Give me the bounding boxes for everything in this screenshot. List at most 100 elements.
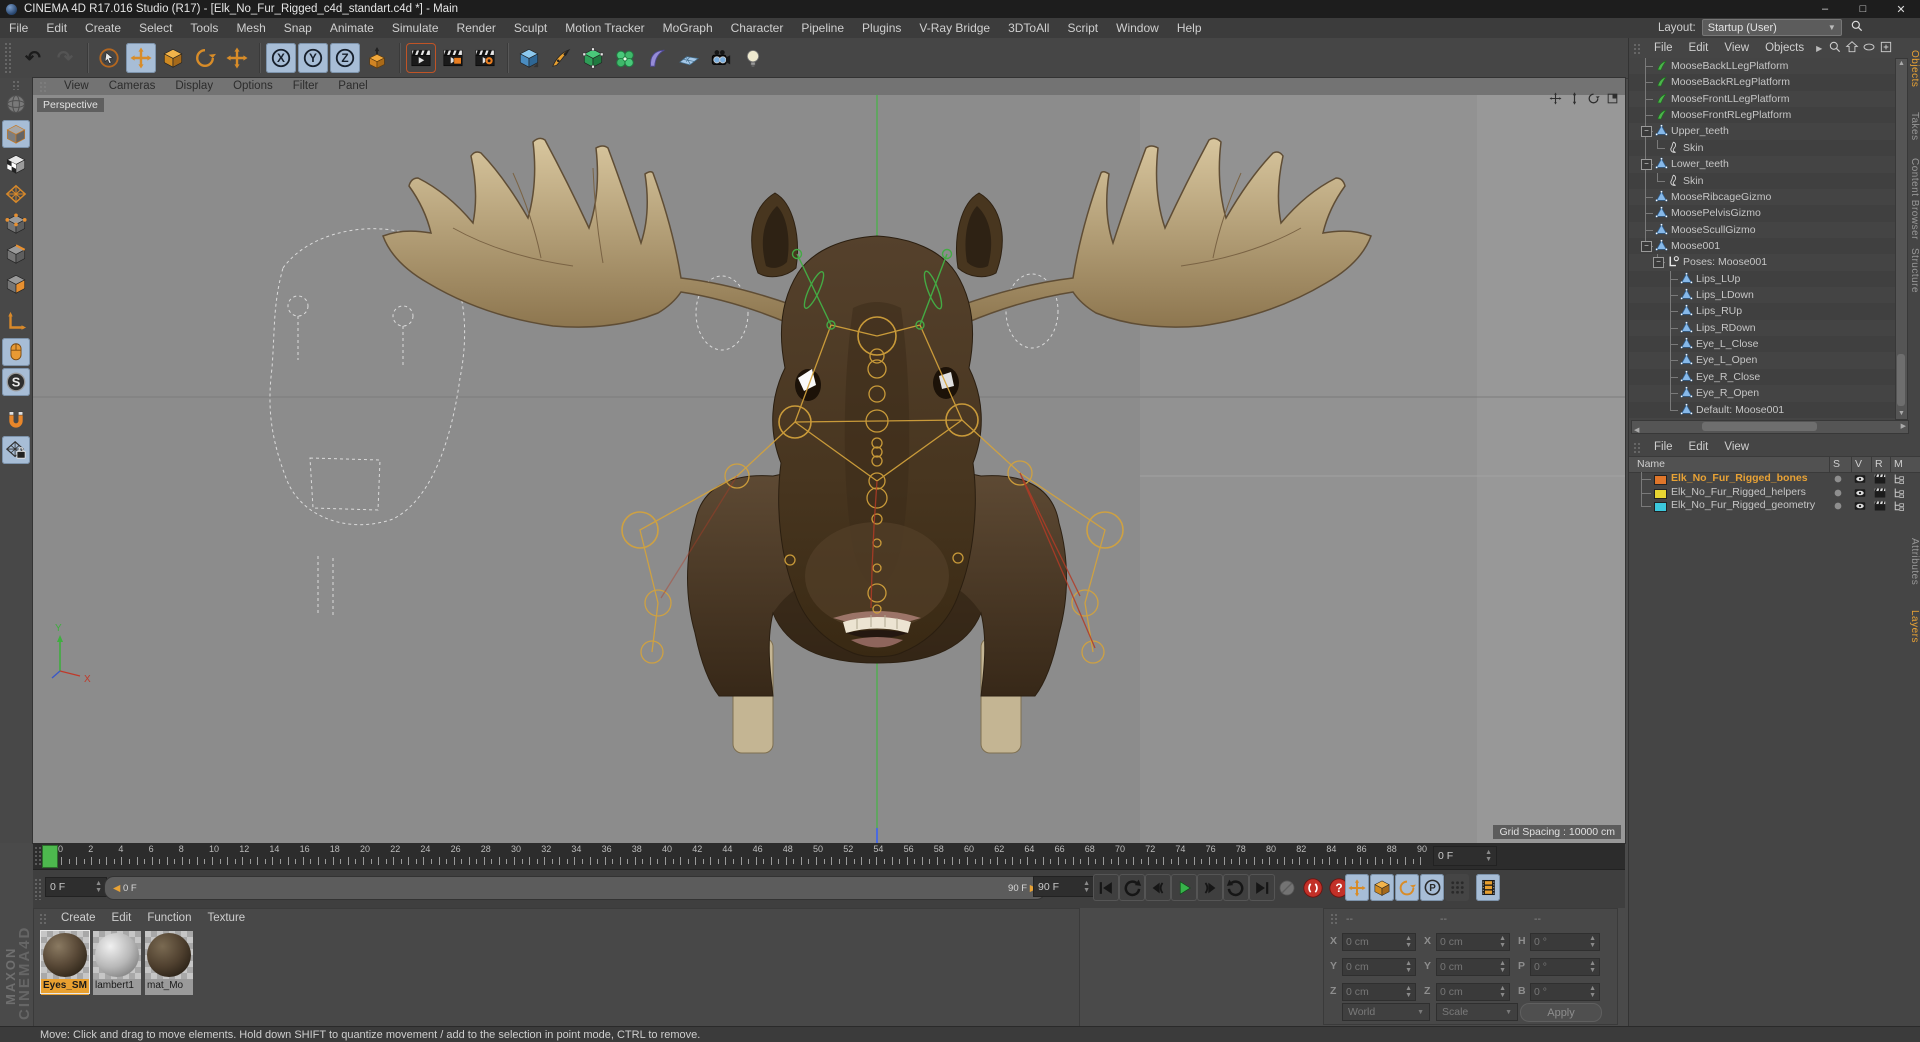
previous-frame-button[interactable]	[1145, 874, 1171, 901]
material-eyes-sm[interactable]: Eyes_SM	[40, 930, 90, 995]
play-backwards-button[interactable]	[1119, 874, 1145, 901]
timeline-ruler[interactable]: 0 2 4 6 8 10 12 14 16 18 20 22 24 26 28 30 32 34 36 38 40 42 4…	[33, 843, 1625, 870]
coordinate-value-field[interactable]: 0 cm ▲ ▼	[1342, 958, 1416, 976]
object-tree-hscrollbar[interactable]: ◀ ▶	[1631, 420, 1909, 434]
key-position-toggle[interactable]	[1345, 874, 1369, 901]
viewport[interactable]: Y X View Cameras Display Options Filter Panel…	[32, 77, 1626, 844]
coordinate-value-field[interactable]: 0 cm ▲ ▼	[1436, 983, 1510, 1001]
key-parameter-toggle[interactable]: P	[1420, 874, 1444, 901]
layer-manager-drag-handle[interactable]	[1633, 441, 1642, 454]
coordinate-value-field[interactable]: 0 cm ▲ ▼	[1436, 933, 1510, 951]
tree-item-lips-rup[interactable]: Lips_RUp	[1629, 303, 1895, 320]
menu-animate[interactable]: Animate	[321, 18, 383, 38]
last-used-tool-button[interactable]	[222, 43, 252, 73]
apply-button[interactable]: Apply	[1520, 1003, 1602, 1022]
goto-start-button[interactable]	[1093, 874, 1119, 901]
tab-structure[interactable]: Structure	[1907, 248, 1920, 293]
tree-item-moosebackrlegplatform[interactable]: MooseBackRLegPlatform	[1629, 74, 1895, 91]
tree-item-moose001[interactable]: − Moose001	[1629, 237, 1895, 254]
material-menu-edit[interactable]: Edit	[104, 910, 140, 927]
object-manager-menu-objects[interactable]: Objects	[1757, 40, 1812, 57]
lock-y-axis-button[interactable]: Y	[298, 43, 328, 73]
layer-row-1[interactable]: Elk_No_Fur_Rigged_bones	[1629, 472, 1920, 486]
close-button[interactable]: ✕	[1882, 0, 1920, 18]
minimize-button[interactable]: –	[1806, 0, 1844, 18]
redo-button[interactable]: ↷	[50, 43, 80, 73]
expand-collapse-box[interactable]: −	[1641, 126, 1652, 138]
ruler-frame-field[interactable]: 0 F ▲ ▼	[1433, 846, 1497, 866]
tree-item-poses-moose001[interactable]: − Poses: Moose001	[1629, 254, 1895, 271]
menu-window[interactable]: Window	[1107, 18, 1168, 38]
menu-3dtoall[interactable]: 3DToAll	[999, 18, 1058, 38]
coordinate-value-field[interactable]: 0 ° ▲ ▼	[1530, 983, 1600, 1001]
tab-takes[interactable]: Takes	[1907, 112, 1920, 141]
tree-item-moosefrontllegplatform[interactable]: MooseFrontLLegPlatform	[1629, 90, 1895, 108]
viewport-menu-view[interactable]: View	[54, 78, 99, 95]
lock-z-axis-button[interactable]: Z	[330, 43, 360, 73]
add-deformer-button[interactable]	[642, 43, 672, 73]
rotate-tool-button[interactable]	[190, 43, 220, 73]
tree-item-default-moose001[interactable]: Default: Moose001	[1629, 401, 1895, 418]
key-scale-toggle[interactable]	[1370, 874, 1394, 901]
record-active-objects-button[interactable]	[1275, 876, 1299, 900]
menu-help[interactable]: Help	[1168, 18, 1211, 38]
current-frame-field[interactable]: 0 F ▲ ▼	[45, 877, 107, 897]
layer-visibility-icon[interactable]	[1854, 500, 1866, 515]
object-manager-drag-handle[interactable]	[1633, 42, 1642, 55]
menu-sculpt[interactable]: Sculpt	[505, 18, 556, 38]
viewport-interaction-mouse-button[interactable]	[2, 338, 30, 366]
render-settings-button[interactable]	[470, 43, 500, 73]
object-manager-menu-file[interactable]: File	[1646, 40, 1681, 57]
scale-tool-button[interactable]	[158, 43, 188, 73]
menu-mograph[interactable]: MoGraph	[654, 18, 722, 38]
add-mograph-object-button[interactable]	[610, 43, 640, 73]
expand-collapse-box[interactable]: −	[1641, 159, 1652, 171]
palette-drag-handle[interactable]	[12, 80, 21, 90]
play-forwards-button[interactable]	[1171, 874, 1197, 901]
layout-dropdown[interactable]: Startup (User) ▼	[1701, 19, 1842, 36]
enable-snap-button[interactable]: S	[2, 368, 30, 396]
tree-item-eye-r-close[interactable]: Eye_R_Close	[1629, 368, 1895, 386]
key-rotation-toggle[interactable]	[1395, 874, 1419, 901]
workplane-snap-button[interactable]	[2, 436, 30, 464]
autokeying-button[interactable]	[1301, 876, 1325, 900]
commander-search-icon[interactable]	[1850, 19, 1864, 36]
layer-solo-dot[interactable]	[1832, 500, 1844, 515]
enable-axis-modification-button[interactable]	[2, 308, 30, 336]
menu-create[interactable]: Create	[76, 18, 130, 38]
play-loop-button[interactable]	[1223, 874, 1249, 901]
edges-mode-button[interactable]	[2, 240, 30, 268]
home-button[interactable]	[1845, 40, 1859, 57]
layer-render-icon[interactable]	[1874, 500, 1886, 515]
coordinate-value-field[interactable]: 0 cm ▲ ▼	[1342, 983, 1416, 1001]
points-mode-button[interactable]	[2, 210, 30, 238]
layer-row-2[interactable]: Elk_No_Fur_Rigged_helpers	[1629, 485, 1920, 499]
camera-label[interactable]: Perspective	[37, 98, 104, 112]
menu-select[interactable]: Select	[130, 18, 181, 38]
menu-render[interactable]: Render	[448, 18, 505, 38]
tree-item-lips-lup[interactable]: Lips_LUp	[1629, 270, 1895, 288]
workplane-mode-button[interactable]	[2, 180, 30, 208]
object-manager-menu-edit[interactable]: Edit	[1681, 40, 1717, 57]
eye-filter-button[interactable]	[1862, 40, 1876, 57]
search-button[interactable]	[1828, 40, 1842, 57]
menu-overflow-arrow-icon[interactable]: ▶	[1816, 44, 1822, 53]
menu-plugins[interactable]: Plugins	[853, 18, 910, 38]
viewport-navigation-globe-button[interactable]	[2, 90, 30, 118]
goto-end-button[interactable]	[1249, 874, 1275, 901]
object-manager-menu-view[interactable]: View	[1716, 40, 1757, 57]
tab-layers[interactable]: Layers	[1907, 610, 1920, 643]
material-menu-texture[interactable]: Texture	[199, 910, 253, 927]
viewport-menu-drag-handle[interactable]	[39, 80, 48, 93]
menu-v-ray-bridge[interactable]: V-Ray Bridge	[910, 18, 999, 38]
add-camera-button[interactable]	[706, 43, 736, 73]
tab-objects[interactable]: Objects	[1907, 50, 1920, 87]
orbit-button[interactable]	[1587, 92, 1600, 108]
expand-collapse-box[interactable]: −	[1653, 257, 1664, 269]
menu-motion-tracker[interactable]: Motion Tracker	[556, 18, 653, 38]
tree-item-skin[interactable]: Skin	[1629, 139, 1895, 157]
material-menu-create[interactable]: Create	[53, 910, 104, 927]
preview-range-slider[interactable]: ◀ 0 F 90 F ▶	[104, 876, 1046, 900]
material-menu-function[interactable]: Function	[139, 910, 199, 927]
menu-character[interactable]: Character	[722, 18, 793, 38]
